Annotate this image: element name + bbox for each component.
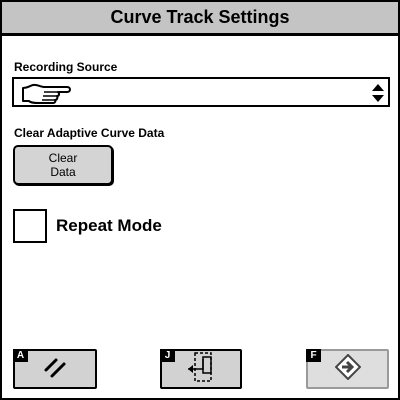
repeat-mode-label: Repeat Mode: [56, 216, 162, 235]
clear-data-line1: Clear: [48, 151, 78, 165]
recording-source-label: Recording Source: [14, 60, 118, 74]
repeat-mode-checkbox[interactable]: [13, 209, 47, 243]
next-icon: [334, 353, 361, 385]
settings-window: Curve Track Settings Recording Source Cl…: [2, 2, 398, 398]
softkey-j-button[interactable]: J: [160, 349, 242, 389]
recording-source-dropdown[interactable]: [12, 77, 390, 107]
key-tag-j: J: [160, 349, 175, 362]
double-slash-icon: [43, 355, 67, 384]
key-tag-a: A: [13, 349, 28, 362]
import-icon: [186, 351, 216, 388]
softkey-f-button[interactable]: F: [306, 349, 389, 389]
up-down-arrows-icon: [372, 84, 384, 107]
softkey-a-button[interactable]: A: [13, 349, 97, 389]
key-tag-f: F: [306, 349, 321, 362]
page-title: Curve Track Settings: [110, 7, 290, 27]
pointing-hand-icon: [20, 82, 72, 109]
clear-adaptive-label: Clear Adaptive Curve Data: [14, 126, 165, 140]
title-bar: Curve Track Settings: [2, 2, 398, 36]
clear-data-line2: Data: [50, 165, 76, 179]
clear-data-button[interactable]: Clear Data: [13, 145, 113, 185]
